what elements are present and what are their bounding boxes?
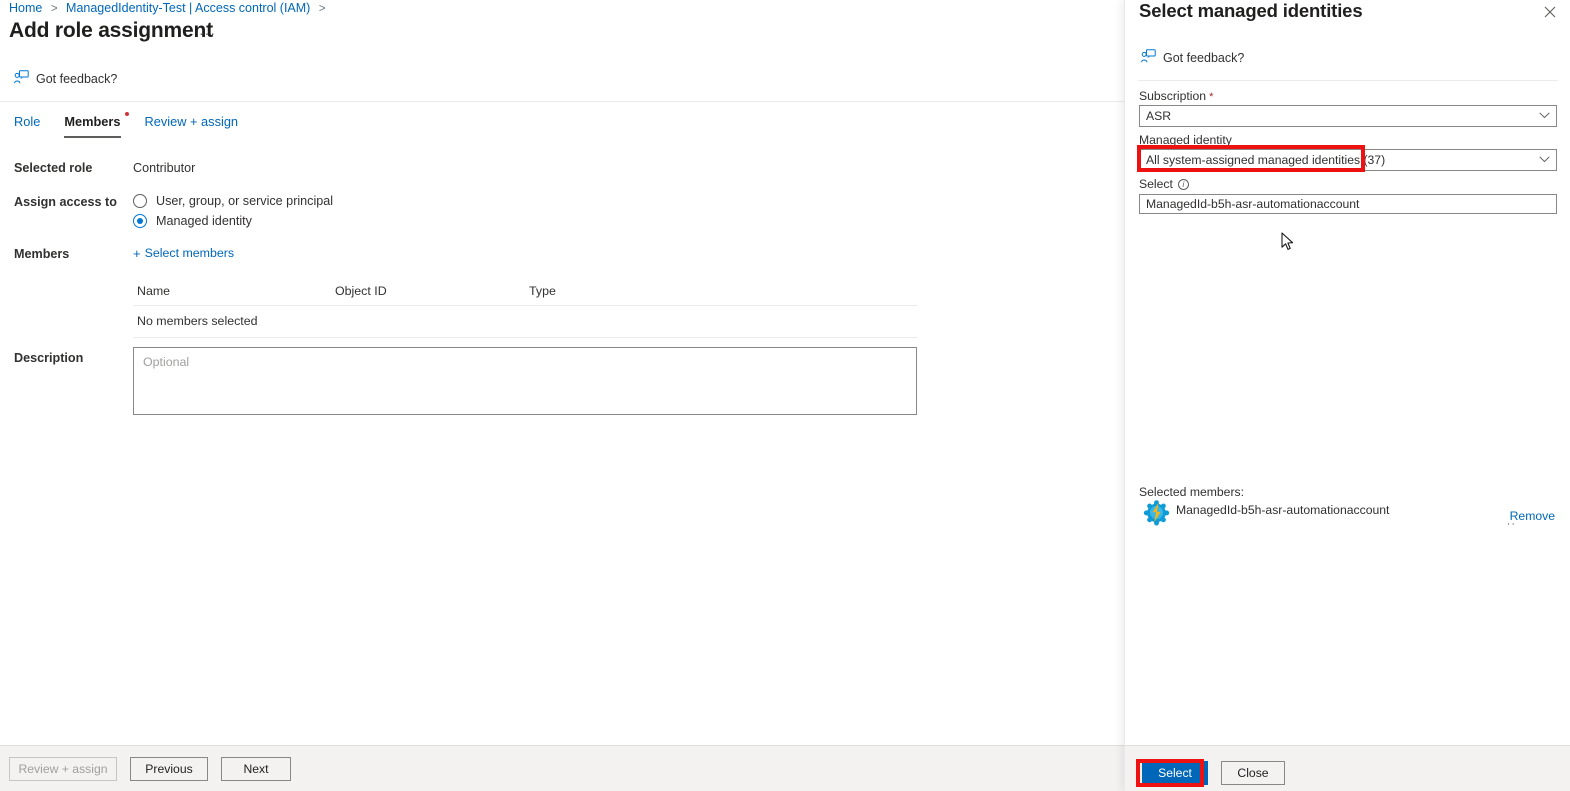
- description-input[interactable]: Optional: [133, 347, 917, 415]
- panel-footer: Select Close: [1125, 745, 1570, 791]
- selected-member-name: ManagedId-b5h-asr-automationaccount: [1176, 503, 1390, 517]
- app-root: Home > ManagedIdentity-Test | Access con…: [0, 0, 1570, 791]
- select-label-text: Select: [1139, 177, 1173, 191]
- feedback-person-icon: [14, 70, 29, 87]
- select-search-value: ManagedId-b5h-asr-automationaccount: [1146, 197, 1360, 211]
- blade-footer: Review + assign Previous Next: [0, 745, 1124, 791]
- breadcrumb-item-home[interactable]: Home: [9, 1, 42, 15]
- tab-review-assign-label: Review + assign: [144, 114, 239, 129]
- select-managed-identities-panel: Select managed identities Got feedback? …: [1124, 0, 1570, 791]
- select-members-label: Select members: [144, 246, 235, 260]
- radio-user-group-label: User, group, or service principal: [156, 194, 334, 208]
- panel-divider: [1138, 80, 1558, 81]
- description-placeholder: Optional: [143, 355, 190, 369]
- select-members-button[interactable]: + Select members: [133, 246, 234, 260]
- page-title: Add role assignment: [9, 19, 213, 42]
- column-header-type: Type: [529, 284, 556, 298]
- column-header-name: Name: [137, 284, 171, 298]
- feedback-person-icon: [1141, 49, 1156, 66]
- next-button[interactable]: Next: [221, 757, 291, 781]
- members-table-empty-message: No members selected: [133, 306, 917, 338]
- panel-got-feedback-button[interactable]: Got feedback?: [1141, 49, 1244, 66]
- selected-role-label: Selected role: [14, 161, 93, 175]
- mouse-pointer-icon: [1281, 232, 1295, 255]
- got-feedback-button[interactable]: Got feedback?: [14, 70, 117, 87]
- close-icon[interactable]: [1540, 2, 1560, 22]
- subscription-dropdown[interactable]: ASR: [1139, 105, 1557, 127]
- breadcrumb-item-access-control[interactable]: ManagedIdentity-Test | Access control (I…: [66, 1, 310, 15]
- radio-managed-identity-label: Managed identity: [156, 214, 252, 228]
- radio-managed-identity[interactable]: Managed identity: [133, 214, 252, 228]
- managed-identity-label: Managed identity: [1139, 133, 1232, 147]
- subscription-value: ASR: [1146, 109, 1172, 123]
- members-table: Name Object ID Type No members selected: [133, 284, 917, 338]
- description-label: Description: [14, 351, 84, 365]
- panel-title: Select managed identities: [1139, 0, 1363, 21]
- members-label: Members: [14, 247, 70, 261]
- got-feedback-label: Got feedback?: [36, 71, 118, 86]
- managed-identity-icon: [1143, 499, 1170, 529]
- tab-review-assign[interactable]: Review + assign: [145, 114, 239, 138]
- info-icon[interactable]: i: [1177, 179, 1189, 191]
- radio-user-group-service-principal[interactable]: User, group, or service principal: [133, 194, 333, 208]
- close-button[interactable]: Close: [1221, 761, 1285, 785]
- tab-role[interactable]: Role: [14, 114, 40, 138]
- plus-icon: +: [133, 245, 141, 261]
- breadcrumb: Home > ManagedIdentity-Test | Access con…: [9, 1, 331, 15]
- members-table-header: Name Object ID Type: [133, 284, 917, 306]
- radio-unchecked-icon: [133, 194, 147, 208]
- breadcrumb-separator: >: [50, 3, 58, 15]
- select-button[interactable]: Select: [1142, 761, 1208, 785]
- wizard-tabs: Role Members Review + assign: [14, 112, 239, 138]
- tab-members[interactable]: Members: [64, 112, 129, 138]
- add-role-assignment-blade: Home > ManagedIdentity-Test | Access con…: [0, 0, 1124, 791]
- managed-identity-dropdown[interactable]: All system-assigned managed identities (…: [1139, 149, 1557, 171]
- select-field-label: Select i: [1139, 177, 1189, 191]
- page-more-menu-icon[interactable]: ···: [199, 25, 216, 41]
- subscription-label-text: Subscription: [1139, 89, 1207, 103]
- remove-member-button[interactable]: Remove: [1510, 509, 1555, 523]
- select-search-input[interactable]: ManagedId-b5h-asr-automationaccount: [1139, 194, 1557, 214]
- selected-role-value: Contributor: [133, 161, 196, 175]
- breadcrumb-separator-2: >: [318, 3, 326, 15]
- subscription-label: Subscription *: [1139, 89, 1213, 103]
- assign-access-to-label: Assign access to: [14, 195, 117, 209]
- managed-identity-value: All system-assigned managed identities (…: [1146, 153, 1386, 167]
- panel-got-feedback-label: Got feedback?: [1163, 50, 1245, 65]
- chevron-down-icon: [1539, 111, 1550, 122]
- column-header-object-id: Object ID: [335, 284, 387, 298]
- chevron-down-icon: [1539, 155, 1550, 166]
- tab-required-dot-icon: [124, 112, 129, 116]
- review-assign-button[interactable]: Review + assign: [9, 757, 117, 781]
- list-item: ManagedId-b5h-asr-automationaccount ·· R…: [1139, 497, 1557, 530]
- tab-members-label: Members: [64, 114, 121, 129]
- required-asterisk: *: [1209, 91, 1214, 103]
- previous-button[interactable]: Previous: [130, 757, 208, 781]
- header-divider: [0, 101, 1124, 102]
- tab-role-label: Role: [14, 114, 41, 129]
- radio-checked-icon: [133, 214, 147, 228]
